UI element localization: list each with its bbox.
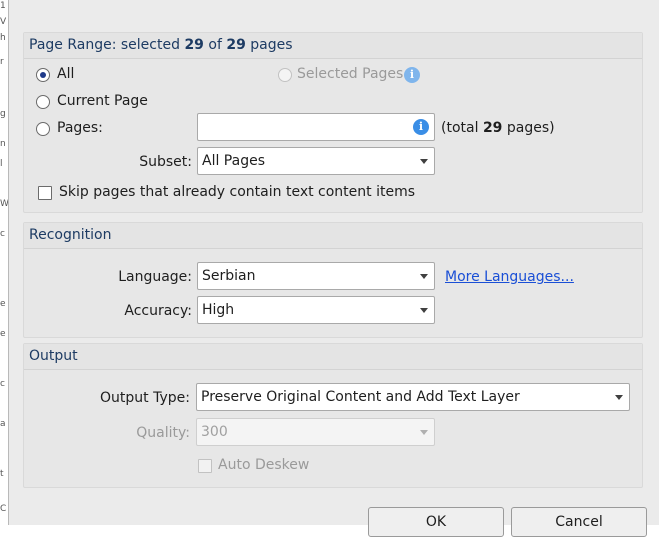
pages-radio[interactable]: [36, 122, 50, 136]
language-label: Language:: [118, 269, 192, 285]
recognition-header: Recognition: [24, 223, 642, 249]
all-radio[interactable]: [36, 68, 50, 82]
page-range-header-of: of: [203, 37, 227, 53]
accuracy-label: Accuracy:: [124, 303, 192, 319]
current-page-label[interactable]: Current Page: [57, 93, 148, 109]
auto-deskew-label[interactable]: Auto Deskew: [218, 457, 309, 473]
cancel-button[interactable]: Cancel: [511, 507, 647, 537]
quality-label: Quality:: [136, 425, 190, 441]
page-range-header-prefix: Page Range: selected: [29, 37, 185, 53]
pages-input[interactable]: i: [197, 113, 435, 141]
selected-pages-radio[interactable]: [278, 68, 292, 82]
accuracy-value: High: [202, 302, 235, 318]
quality-select[interactable]: 300: [196, 418, 435, 446]
ok-button[interactable]: OK: [368, 507, 504, 537]
pages-label[interactable]: Pages:: [57, 120, 103, 136]
subset-select[interactable]: All Pages: [197, 147, 435, 175]
background-document-edge: 1Vh rgn lWc eec atC: [0, 0, 8, 525]
selected-count: 29: [184, 37, 204, 53]
page-range-header: Page Range: selected 29 of 29 pages: [24, 33, 642, 59]
subset-value: All Pages: [202, 153, 265, 169]
total-value: 29: [482, 120, 503, 136]
chevron-down-icon: [420, 308, 428, 313]
current-page-radio[interactable]: [36, 95, 50, 109]
subset-label: Subset:: [139, 154, 192, 170]
language-select[interactable]: Serbian: [197, 262, 435, 290]
all-label[interactable]: All: [57, 66, 74, 82]
output-type-value: Preserve Original Content and Add Text L…: [201, 389, 520, 405]
selected-pages-label[interactable]: Selected Pages: [297, 66, 403, 82]
page-range-header-suffix: pages: [245, 37, 293, 53]
info-icon[interactable]: i: [413, 119, 429, 135]
language-value: Serbian: [202, 268, 256, 284]
skip-pages-checkbox[interactable]: [38, 186, 52, 200]
quality-value: 300: [201, 424, 228, 440]
skip-pages-label[interactable]: Skip pages that already contain text con…: [59, 184, 415, 200]
total-pages-text: (total 29 pages): [441, 120, 555, 136]
total-suffix: pages): [502, 120, 555, 136]
chevron-down-icon: [420, 430, 428, 435]
more-languages-link[interactable]: More Languages...: [445, 269, 574, 285]
chevron-down-icon: [615, 395, 623, 400]
chevron-down-icon: [420, 274, 428, 279]
info-icon[interactable]: i: [404, 67, 420, 83]
auto-deskew-checkbox[interactable]: [198, 459, 212, 473]
chevron-down-icon: [420, 159, 428, 164]
output-header: Output: [24, 344, 642, 370]
ocr-dialog: Page Range: selected 29 of 29 pages All …: [8, 0, 659, 537]
accuracy-select[interactable]: High: [197, 296, 435, 324]
total-prefix: (total: [441, 120, 483, 136]
output-type-select[interactable]: Preserve Original Content and Add Text L…: [196, 383, 630, 411]
output-group: Output: [23, 343, 643, 488]
output-type-label: Output Type:: [100, 390, 190, 406]
total-count: 29: [226, 37, 246, 53]
